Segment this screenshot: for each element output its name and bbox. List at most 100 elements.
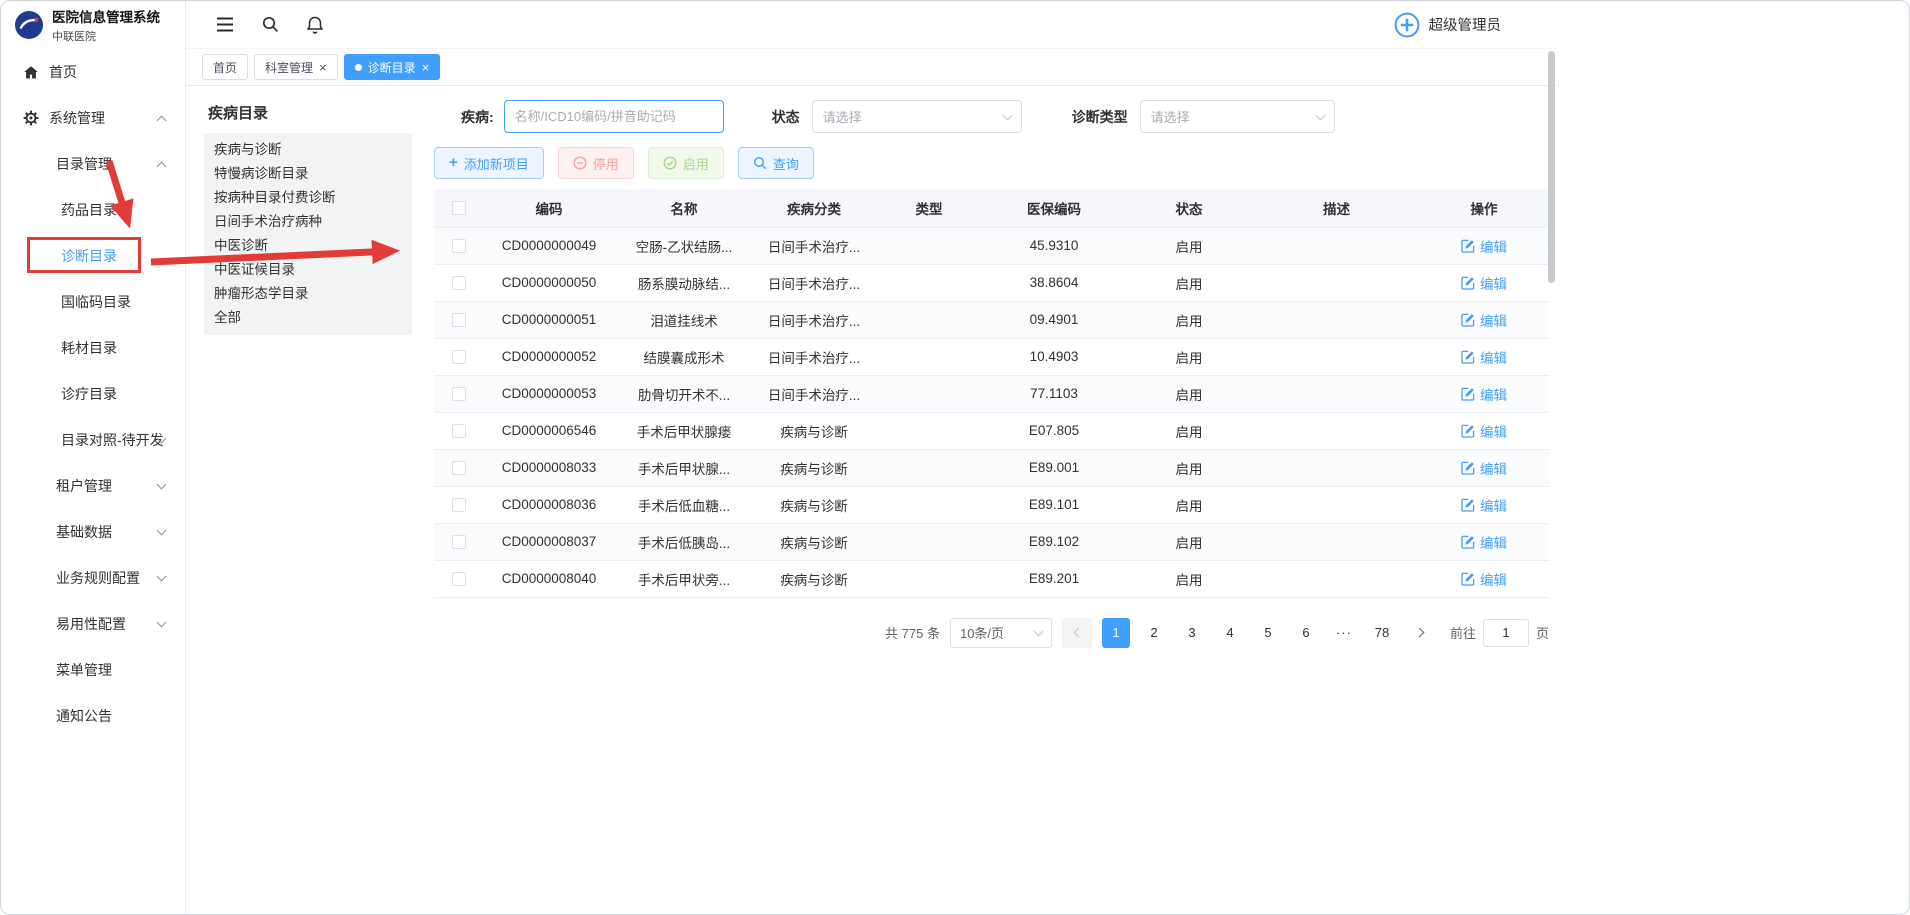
tab-diagnosis-catalog[interactable]: 诊断目录 × (344, 54, 441, 80)
sidebar-item-menu-management[interactable]: 菜单管理 (1, 647, 185, 693)
cell-description (1254, 412, 1419, 449)
sidebar-item-system-management[interactable]: 系统管理 (1, 95, 185, 141)
edit-button[interactable]: 编辑 (1461, 236, 1507, 256)
table-row[interactable]: CD0000000052 结膜囊成形术 日间手术治疗... 10.4903 启用… (434, 338, 1549, 375)
disease-filter-label: 疾病: (461, 107, 494, 127)
edit-button[interactable]: 编辑 (1461, 347, 1507, 367)
query-button[interactable]: 查询 (738, 147, 814, 179)
page-number-1[interactable]: 1 (1102, 618, 1130, 648)
catalog-item[interactable]: 肿瘤形态学目录 (204, 282, 412, 306)
row-checkbox[interactable] (452, 535, 466, 549)
table-row[interactable]: CD0000000051 泪道挂线术 日间手术治疗... 09.4901 启用 … (434, 301, 1549, 338)
bell-icon[interactable] (307, 16, 323, 34)
sidebar-item-catalog-comparison[interactable]: 目录对照-待开发 (1, 417, 185, 463)
catalog-item[interactable]: 中医证候目录 (204, 258, 412, 282)
page-number-4[interactable]: 4 (1216, 618, 1244, 648)
tab-department-management[interactable]: 科室管理 × (254, 54, 338, 80)
catalog-item[interactable]: 疾病与诊断 (204, 138, 412, 162)
edit-button[interactable]: 编辑 (1461, 421, 1507, 441)
more-pages-ellipsis[interactable]: ··· (1330, 618, 1358, 648)
page-number-2[interactable]: 2 (1140, 618, 1168, 648)
goto-label: 前往 (1450, 623, 1476, 642)
row-checkbox[interactable] (452, 572, 466, 586)
table-row[interactable]: CD0000008036 手术后低血糖... 疾病与诊断 E89.101 启用 … (434, 486, 1549, 523)
disease-search-input[interactable] (515, 109, 713, 124)
hamburger-menu-icon[interactable] (216, 17, 234, 32)
row-checkbox[interactable] (452, 498, 466, 512)
sidebar-item-usability-config[interactable]: 易用性配置 (1, 601, 185, 647)
row-checkbox[interactable] (452, 239, 466, 253)
catalog-item[interactable]: 按病种目录付费诊断 (204, 186, 412, 210)
tab-home[interactable]: 首页 (202, 54, 248, 80)
table-row[interactable]: CD0000000050 肠系膜动脉结... 日间手术治疗... 38.8604… (434, 264, 1549, 301)
disable-button[interactable]: 停用 (558, 147, 634, 179)
page-number-5[interactable]: 5 (1254, 618, 1282, 648)
user-area[interactable]: 超级管理员 (1394, 12, 1502, 38)
add-item-button[interactable]: + 添加新项目 (434, 147, 544, 179)
sidebar-item-consumables-catalog[interactable]: 耗材目录 (1, 325, 185, 371)
column-header-insurance-code: 医保编码 (984, 189, 1124, 227)
cell-status: 启用 (1124, 227, 1254, 264)
column-header-actions: 操作 (1419, 189, 1549, 227)
next-page-button[interactable] (1406, 618, 1436, 648)
prev-page-button[interactable] (1062, 618, 1092, 648)
row-checkbox[interactable] (452, 313, 466, 327)
cell-code: CD0000008036 (484, 486, 614, 523)
edit-button[interactable]: 编辑 (1461, 458, 1507, 478)
table-row[interactable]: CD0000000053 肋骨切开术不... 日间手术治疗... 77.1103… (434, 375, 1549, 412)
page-number-78[interactable]: 78 (1368, 618, 1396, 648)
content-area: 疾病目录 疾病与诊断 特慢病诊断目录 按病种目录付费诊断 日间手术治疗病种 中医… (186, 86, 1557, 914)
sidebar-item-drug-catalog[interactable]: 药品目录 (1, 187, 185, 233)
row-checkbox[interactable] (452, 350, 466, 364)
sidebar-item-diagnosis-catalog[interactable]: 诊断目录 (1, 233, 185, 279)
sidebar-item-business-rules[interactable]: 业务规则配置 (1, 555, 185, 601)
close-icon[interactable]: × (422, 61, 430, 74)
page-number-6[interactable]: 6 (1292, 618, 1320, 648)
sidebar-item-home[interactable]: 首页 (1, 49, 185, 95)
diagnosis-type-select[interactable]: 请选择 (1140, 100, 1335, 133)
cell-type (874, 375, 984, 412)
plus-icon: + (449, 154, 458, 171)
edit-button[interactable]: 编辑 (1461, 384, 1507, 404)
edit-button[interactable]: 编辑 (1461, 532, 1507, 552)
catalog-item[interactable]: 日间手术治疗病种 (204, 210, 412, 234)
vertical-scrollbar-thumb[interactable] (1548, 51, 1555, 283)
edit-label: 编辑 (1480, 458, 1507, 478)
edit-button[interactable]: 编辑 (1461, 495, 1507, 515)
search-icon[interactable] (262, 16, 279, 33)
page-number-3[interactable]: 3 (1178, 618, 1206, 648)
status-select[interactable]: 请选择 (812, 100, 1022, 133)
table-row[interactable]: CD0000008037 手术后低胰岛... 疾病与诊断 E89.102 启用 … (434, 523, 1549, 560)
edit-pencil-icon (1461, 424, 1475, 438)
sidebar-item-catalog-management[interactable]: 目录管理 (1, 141, 185, 187)
goto-page-input[interactable] (1483, 619, 1529, 647)
sidebar-item-basic-data[interactable]: 基础数据 (1, 509, 185, 555)
edit-button[interactable]: 编辑 (1461, 273, 1507, 293)
close-icon[interactable]: × (319, 61, 327, 74)
table-row[interactable]: CD0000006546 手术后甲状腺瘘 疾病与诊断 E07.805 启用 编辑 (434, 412, 1549, 449)
table-row[interactable]: CD0000000049 空肠-乙状结肠... 日间手术治疗... 45.931… (434, 227, 1549, 264)
catalog-item[interactable]: 中医诊断 (204, 234, 412, 258)
sidebar-item-notice[interactable]: 通知公告 (1, 693, 185, 739)
select-all-checkbox[interactable] (452, 201, 466, 215)
page-size-select[interactable]: 10条/页 (950, 618, 1052, 648)
cell-code: CD0000008033 (484, 449, 614, 486)
catalog-item[interactable]: 全部 (204, 306, 412, 330)
sidebar-item-tenant-management[interactable]: 租户管理 (1, 463, 185, 509)
table-body: CD0000000049 空肠-乙状结肠... 日间手术治疗... 45.931… (434, 227, 1549, 597)
table-row[interactable]: CD0000008033 手术后甲状腺... 疾病与诊断 E89.001 启用 … (434, 449, 1549, 486)
row-checkbox[interactable] (452, 387, 466, 401)
edit-button[interactable]: 编辑 (1461, 310, 1507, 330)
table-row[interactable]: CD0000008040 手术后甲状旁... 疾病与诊断 E89.201 启用 … (434, 560, 1549, 597)
catalog-item[interactable]: 特慢病诊断目录 (204, 162, 412, 186)
row-checkbox[interactable] (452, 276, 466, 290)
row-checkbox[interactable] (452, 424, 466, 438)
sidebar-item-national-code-catalog[interactable]: 国临码目录 (1, 279, 185, 325)
cell-status: 启用 (1124, 338, 1254, 375)
edit-button[interactable]: 编辑 (1461, 569, 1507, 589)
enable-button[interactable]: 启用 (648, 147, 724, 179)
edit-pencil-icon (1461, 535, 1475, 549)
row-checkbox[interactable] (452, 461, 466, 475)
sidebar-item-treatment-catalog[interactable]: 诊疗目录 (1, 371, 185, 417)
sidebar-item-label: 易用性配置 (56, 614, 126, 634)
